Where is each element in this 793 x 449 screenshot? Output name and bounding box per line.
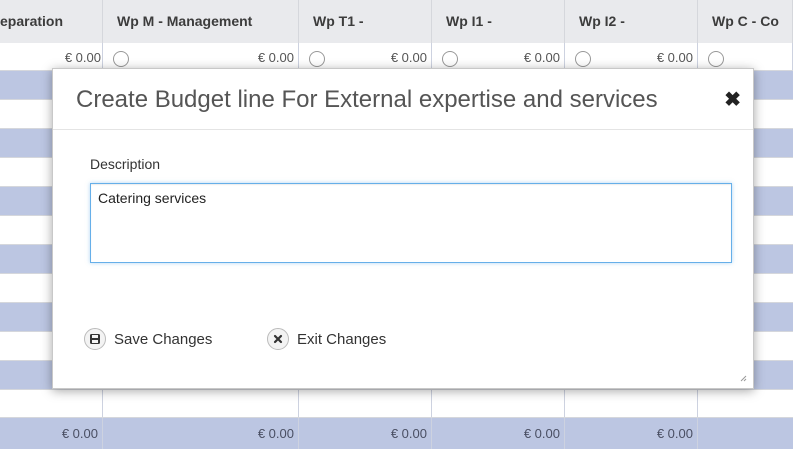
table-row bbox=[0, 390, 793, 418]
column-header-wp-i2[interactable]: Wp I2 - bbox=[565, 0, 698, 43]
total-cell: € 0.00 bbox=[432, 418, 565, 449]
column-header-wp-c[interactable]: Wp C - Co bbox=[698, 0, 793, 43]
column-header-wp-m[interactable]: Wp M - Management bbox=[103, 0, 299, 43]
description-label: Description bbox=[90, 156, 161, 172]
total-cell: € 0.00 bbox=[565, 418, 698, 449]
close-circle-icon bbox=[267, 328, 289, 350]
table-header: eparation Wp M - Management Wp T1 - Wp I… bbox=[0, 0, 793, 44]
table-cell bbox=[432, 390, 565, 417]
column-header-wp-t1[interactable]: Wp T1 - bbox=[299, 0, 432, 43]
exit-changes-label: Exit Changes bbox=[297, 330, 387, 348]
cell-amount: € 0.00 bbox=[523, 50, 560, 65]
table-cell bbox=[299, 390, 432, 417]
save-changes-label: Save Changes bbox=[114, 330, 213, 348]
edit-circle-icon[interactable] bbox=[575, 51, 591, 67]
modal-title: Create Budget line For External expertis… bbox=[76, 86, 658, 113]
cell-amount: € 0.00 bbox=[64, 50, 101, 65]
table-cell-value: € 0.00 bbox=[0, 43, 103, 70]
description-field[interactable] bbox=[90, 183, 732, 263]
table-cell-value bbox=[698, 43, 793, 70]
budget-page: eparation Wp M - Management Wp T1 - Wp I… bbox=[0, 0, 793, 449]
edit-circle-icon[interactable] bbox=[708, 51, 724, 67]
totals-row: € 0.00 € 0.00 € 0.00 € 0.00 € 0.00 bbox=[0, 418, 793, 449]
save-changes-button[interactable]: Save Changes bbox=[84, 326, 212, 352]
close-icon[interactable]: ✖ bbox=[724, 87, 741, 112]
edit-circle-icon[interactable] bbox=[442, 51, 458, 67]
edit-circle-icon[interactable] bbox=[309, 51, 325, 67]
total-cell: € 0.00 bbox=[0, 418, 103, 449]
cell-amount: € 0.00 bbox=[656, 50, 693, 65]
table-row: € 0.00 € 0.00 € 0.00 € 0.00 € 0.00 bbox=[0, 43, 793, 71]
column-header-wp-i1[interactable]: Wp I1 - bbox=[432, 0, 565, 43]
cell-amount: € 0.00 bbox=[390, 50, 427, 65]
edit-circle-icon[interactable] bbox=[113, 51, 129, 67]
table-cell-value: € 0.00 bbox=[432, 43, 565, 70]
table-cell-value: € 0.00 bbox=[103, 43, 299, 70]
create-budget-line-modal: Create Budget line For External expertis… bbox=[52, 68, 754, 389]
table-cell bbox=[565, 390, 698, 417]
resize-grip-icon[interactable] bbox=[739, 374, 747, 382]
table-cell bbox=[103, 390, 299, 417]
save-icon bbox=[84, 328, 106, 350]
column-header-preparation[interactable]: eparation bbox=[0, 0, 103, 43]
exit-changes-button[interactable]: Exit Changes bbox=[267, 326, 386, 352]
table-cell-value: € 0.00 bbox=[299, 43, 432, 70]
modal-header: Create Budget line For External expertis… bbox=[53, 69, 753, 130]
total-cell: € 0.00 bbox=[299, 418, 432, 449]
total-cell: € 0.00 bbox=[103, 418, 299, 449]
table-cell-value: € 0.00 bbox=[565, 43, 698, 70]
table-cell bbox=[0, 390, 103, 417]
cell-amount: € 0.00 bbox=[257, 50, 294, 65]
